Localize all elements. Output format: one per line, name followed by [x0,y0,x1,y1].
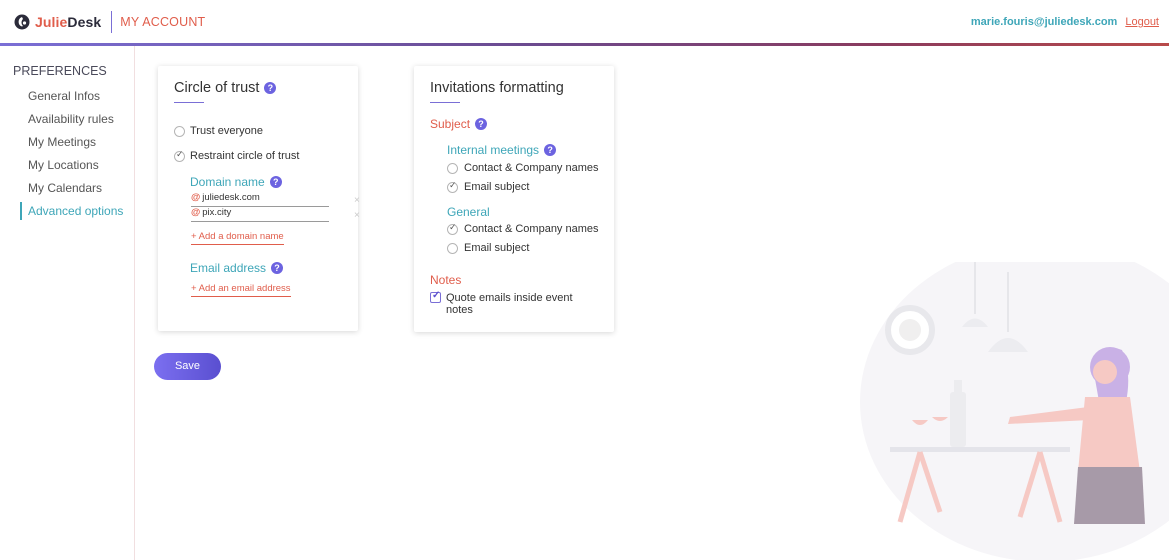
woman-at-table-illustration [860,262,1169,560]
sidebar-item-availability-rules[interactable]: Availability rules [28,112,114,126]
internal-meetings-heading: Internal meetings ? [447,143,557,157]
logout-link[interactable]: Logout [1125,16,1159,28]
help-icon[interactable]: ? [544,144,557,156]
brand-name-first: Julie [35,14,68,30]
subject-heading: Subject ? [430,117,488,131]
general-heading: General [447,205,490,219]
invitations-title: Invitations formatting [430,80,564,96]
header-gradient-bar [0,43,1169,46]
subject-label: Subject [430,117,471,131]
title-underline [430,102,460,103]
add-domain-link[interactable]: + Add a domain name [191,231,284,245]
sidebar-item-my-meetings[interactable]: My Meetings [28,135,96,149]
help-icon[interactable]: ? [475,118,488,130]
help-icon[interactable]: ? [264,82,277,94]
section-title: MY ACCOUNT [120,15,206,29]
domain-value: juliedesk.com [202,192,260,203]
help-icon[interactable]: ? [269,176,282,188]
domain-name-label: Domain name [190,175,265,189]
general-email-subject-radio[interactable] [447,243,458,254]
sidebar-item-my-locations[interactable]: My Locations [28,158,99,172]
general-contact-company-radio[interactable] [447,222,458,235]
julie-desk-logo-icon [14,14,30,30]
domain-entry[interactable]: @ juliedesk.com [191,192,329,207]
active-item-marker [20,202,22,220]
brand-name-second: Desk [67,14,102,30]
circle-of-trust-title: Circle of trust ? [174,80,277,96]
domain-entry[interactable]: @ pix.city [191,207,329,222]
sidebar: PREFERENCES General Infos Availability r… [0,46,135,560]
internal-contact-company-label: Contact & Company names [464,162,599,174]
quote-emails-label: Quote emails inside event notes [446,292,573,316]
remove-domain-icon[interactable]: × [354,210,360,221]
quote-emails-checkbox[interactable] [430,290,441,303]
brand[interactable]: JulieDesk MY ACCOUNT [14,11,205,33]
domain-value: pix.city [202,207,232,218]
email-address-label: Email address [190,261,267,275]
sidebar-heading: PREFERENCES [13,64,107,78]
user-email[interactable]: marie.fouris@juliedesk.com [971,16,1117,28]
invitations-formatting-card: Invitations formatting Subject ? Interna… [414,66,614,332]
at-icon: @ [191,192,201,203]
restraint-circle-label: Restraint circle of trust [190,150,300,162]
user-area: marie.fouris@juliedesk.com Logout [971,16,1159,28]
internal-contact-company-radio[interactable] [447,163,458,174]
internal-email-subject-radio[interactable] [447,180,458,193]
help-icon[interactable]: ? [271,262,284,274]
email-address-heading: Email address ? [190,261,284,275]
notes-heading: Notes [430,273,462,287]
internal-meetings-label: Internal meetings [447,143,540,157]
trust-everyone-label: Trust everyone [190,125,263,137]
domain-name-heading: Domain name ? [190,175,282,189]
remove-domain-icon[interactable]: × [354,195,360,206]
brand-name: JulieDesk [35,14,101,30]
brand-divider [111,11,113,33]
general-contact-company-label: Contact & Company names [464,223,599,235]
quote-emails-label-line2: notes [446,304,473,316]
sidebar-item-general-infos[interactable]: General Infos [28,89,100,103]
sidebar-item-advanced-options[interactable]: Advanced options [28,204,123,218]
general-email-subject-label: Email subject [464,242,530,254]
top-header: JulieDesk MY ACCOUNT marie.fouris@julied… [0,0,1169,44]
save-button[interactable]: Save [154,353,221,380]
sidebar-item-my-calendars[interactable]: My Calendars [28,181,102,195]
title-underline [174,102,204,103]
at-icon: @ [191,207,201,218]
internal-email-subject-label: Email subject [464,181,530,193]
circle-of-trust-card: Circle of trust ? Trust everyone Restrai… [158,66,360,331]
circle-of-trust-title-text: Circle of trust [174,80,260,96]
trust-everyone-radio[interactable] [174,126,185,137]
add-email-link[interactable]: + Add an email address [191,283,291,297]
restraint-circle-radio[interactable] [174,149,185,162]
quote-emails-label-line1: Quote emails inside event [446,292,573,304]
